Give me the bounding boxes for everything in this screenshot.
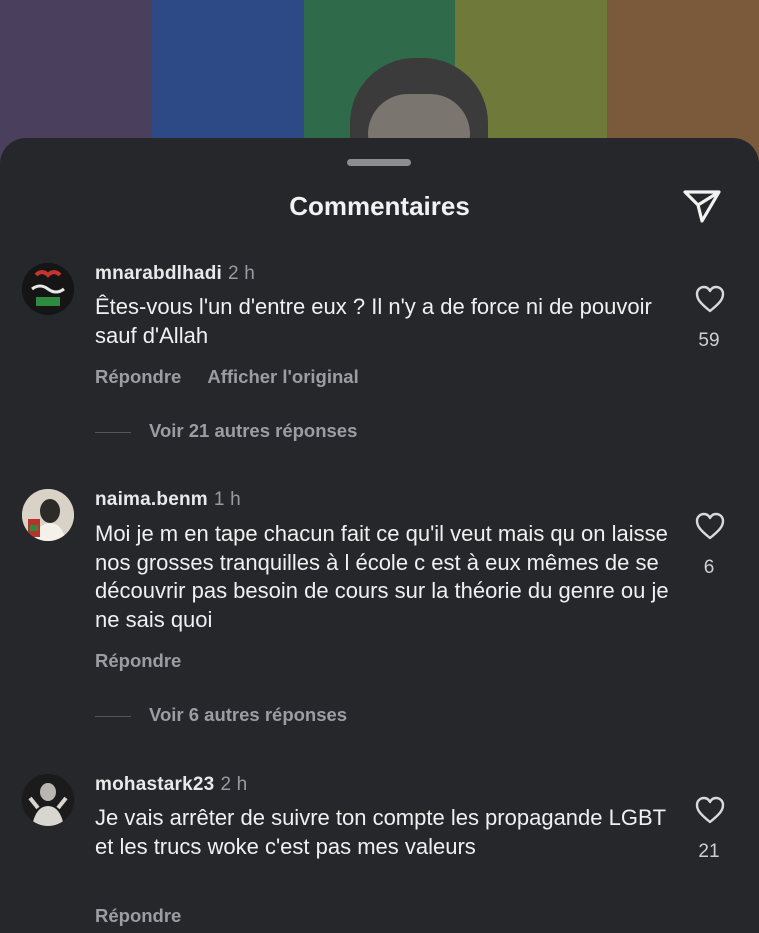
comments-sheet: Commentaires mnarabdlhadi 2 h Êtes-vous l… [0, 138, 759, 933]
comment-actions: Répondre [95, 650, 181, 672]
like-count: 21 [698, 841, 720, 862]
comment-username[interactable]: mnarabdlhadi 2 h [95, 263, 255, 285]
view-replies-label: Voir 21 autres réponses [149, 420, 358, 441]
view-replies-button[interactable]: Voir 6 autres réponses [95, 704, 347, 726]
avatar[interactable] [22, 489, 74, 541]
reply-button[interactable]: Répondre [95, 905, 181, 926]
view-replies-label: Voir 6 autres réponses [149, 704, 348, 725]
see-original-button[interactable]: Afficher l'original [207, 366, 358, 387]
reply-button[interactable]: Répondre [95, 650, 181, 671]
replies-divider [95, 715, 131, 717]
comment-time: 1 h [213, 489, 241, 510]
comment-text: Je vais arrêter de suivre ton compte les… [95, 805, 666, 859]
comment-text: Êtes-vous l'un d'entre eux ? Il n'y a de… [95, 294, 652, 348]
like-count: 59 [698, 330, 720, 351]
comment-username[interactable]: naima.benm 1 h [95, 489, 241, 511]
heart-outline-icon[interactable] [694, 795, 726, 825]
avatar[interactable] [22, 774, 74, 826]
send-icon[interactable] [682, 188, 722, 224]
comment-username[interactable]: mohastark23 2 h [95, 774, 247, 796]
comment-actions: Répondre [95, 905, 181, 927]
like-count: 6 [703, 557, 715, 578]
sheet-title: Commentaires [289, 191, 470, 221]
comment-text: Moi je m en tape chacun fait ce qu'il ve… [95, 521, 669, 632]
view-replies-button[interactable]: Voir 21 autres réponses [95, 420, 357, 442]
replies-divider [95, 431, 131, 433]
comment-time: 2 h [220, 774, 248, 795]
comment-time: 2 h [227, 263, 255, 284]
reply-button[interactable]: Répondre [95, 366, 181, 387]
drag-handle[interactable] [347, 159, 411, 166]
heart-outline-icon[interactable] [694, 511, 726, 541]
avatar[interactable] [22, 263, 74, 315]
heart-outline-icon[interactable] [694, 284, 726, 314]
comment-actions: Répondre Afficher l'original [95, 366, 359, 388]
